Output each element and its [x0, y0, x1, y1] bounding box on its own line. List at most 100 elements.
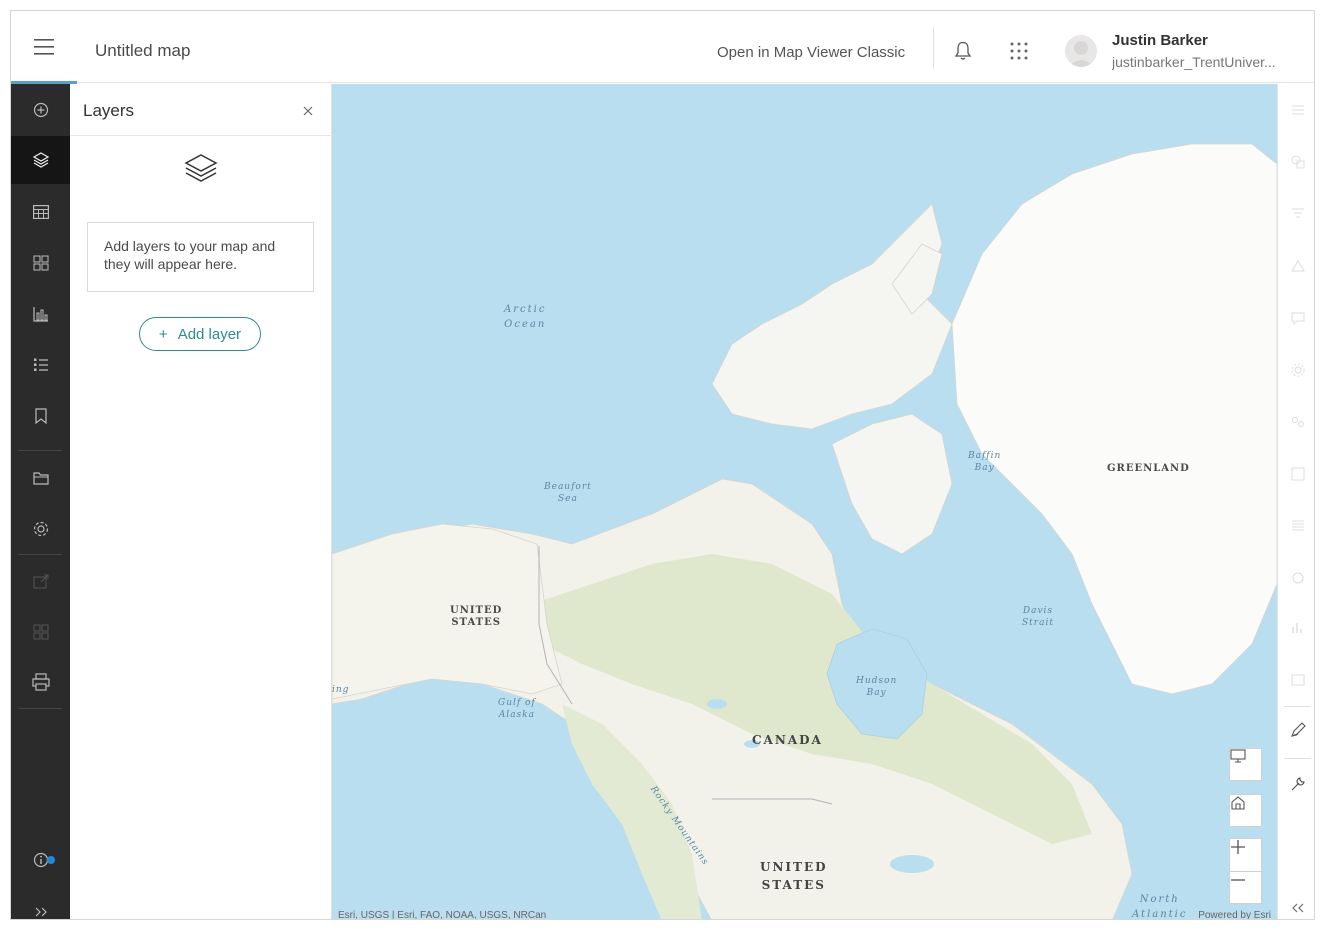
app-grid-icon [1010, 42, 1028, 60]
panel-close-button[interactable] [294, 97, 322, 125]
user-name[interactable]: Justin Barker [1112, 32, 1208, 49]
home-icon [1231, 796, 1245, 810]
layers-icon [184, 154, 218, 182]
configure-icon [1291, 363, 1304, 377]
map-title[interactable]: Untitled map [95, 41, 190, 61]
effects-button[interactable] [1278, 246, 1314, 286]
layers-button[interactable] [11, 136, 70, 184]
map-attribution: Esri, USGS | Esri, FAO, NOAA, USGS, NRCa… [338, 910, 547, 920]
powered-by-esri[interactable]: Powered by Esri [1198, 910, 1271, 919]
properties-button[interactable] [1278, 90, 1314, 130]
panel-title: Layers [83, 101, 135, 120]
share-button[interactable] [11, 558, 70, 606]
grid-icon [33, 624, 48, 640]
settings-button[interactable] [11, 505, 70, 553]
properties-icon [1291, 105, 1304, 115]
map-view[interactable]: Arctic Ocean Beaufort Sea Baffin Bay GREENL… [332, 84, 1277, 920]
toolbar-separator [19, 554, 62, 555]
tables-button[interactable] [11, 188, 70, 236]
notifications-button[interactable] [947, 35, 979, 67]
filter-icon [1291, 208, 1304, 218]
legend-button[interactable] [11, 341, 70, 389]
hamburger-icon [34, 39, 54, 55]
chart-icon [1291, 623, 1302, 633]
expand-icon [35, 907, 47, 917]
pop-ups-icon [1291, 312, 1304, 325]
table-icon [32, 205, 49, 219]
left-toolbar [11, 84, 70, 919]
info-button[interactable] [11, 836, 70, 884]
zoom-out-button[interactable] [1229, 871, 1262, 904]
empty-layers-message: Add layers to your map and they will app… [87, 222, 314, 292]
media-button[interactable] [1278, 660, 1314, 700]
fields-button[interactable] [1278, 506, 1314, 546]
basemap-button[interactable] [11, 239, 70, 287]
map-properties-button[interactable] [11, 454, 70, 502]
davis-strait-label: Davis Strait [1022, 606, 1054, 628]
expand-toolbar-button[interactable] [11, 888, 70, 919]
us-label: UNITED STATES [760, 860, 828, 892]
hudson-bay-label: Hudson Bay [856, 676, 898, 698]
avatar-placeholder-icon [1068, 41, 1094, 67]
configure-button[interactable] [1278, 350, 1314, 390]
monitor-icon [1230, 749, 1246, 763]
alaska [332, 523, 563, 700]
baffin-bay-label: Baffin Bay [968, 451, 1002, 473]
layers-icon [32, 152, 49, 168]
legend-icon [33, 358, 48, 371]
arctic-ocean-label: Arctic Ocean [504, 304, 547, 330]
embed-button[interactable] [11, 608, 70, 656]
home-button[interactable] [1229, 794, 1262, 827]
add-layer-button[interactable]: + Add layer [139, 317, 261, 351]
charts-button[interactable] [11, 290, 70, 338]
gulf-of-alaska-label: Gulf of Alaska [498, 698, 536, 720]
bookmark-icon [34, 408, 47, 424]
bering-sea-label: ing [332, 685, 350, 695]
arctic-islands [711, 203, 953, 430]
app-launcher-button[interactable] [1003, 35, 1035, 67]
styles-button[interactable] [1278, 142, 1314, 182]
close-icon [303, 106, 313, 116]
app-header: Untitled map Open in Map Viewer Classic … [11, 11, 1314, 84]
folder-icon [32, 472, 49, 485]
baffin-island [831, 413, 953, 555]
analysis-icon [1292, 572, 1303, 584]
toolbar-separator [19, 450, 62, 451]
labels-icon [1291, 467, 1304, 481]
measure-button[interactable] [1278, 764, 1314, 804]
greenland-label: GREENLAND [1107, 463, 1190, 474]
share-icon [33, 574, 48, 589]
analysis-button[interactable] [1278, 558, 1314, 598]
zoom-in-button[interactable] [1229, 838, 1262, 871]
add-button[interactable] [11, 86, 70, 134]
beaufort-sea-label: Beaufort Sea [544, 482, 592, 504]
clustering-button[interactable] [1278, 402, 1314, 442]
settings-icon [33, 521, 48, 537]
charts-side-button[interactable] [1278, 608, 1314, 648]
sketch-button[interactable] [1278, 710, 1314, 750]
add-layer-label: Add layer [177, 325, 242, 343]
open-classic-link[interactable]: Open in Map Viewer Classic [717, 44, 905, 61]
notification-dot [47, 856, 55, 864]
plus-icon [1231, 840, 1245, 854]
great-lake [890, 855, 934, 873]
toolbar-separator [1284, 758, 1311, 759]
menu-button[interactable] [11, 11, 77, 84]
user-avatar[interactable] [1065, 35, 1097, 67]
pop-ups-button[interactable] [1278, 298, 1314, 338]
labels-button[interactable] [1278, 454, 1314, 494]
alaska-us-label: UNITED STATES [450, 605, 503, 628]
plus-icon: + [158, 325, 168, 343]
map-viewer-app: Untitled map Open in Map Viewer Classic … [10, 10, 1315, 920]
toolbar-separator [19, 708, 62, 709]
collapse-toolbar-button[interactable] [1278, 888, 1314, 919]
toolbar-separator [1284, 706, 1311, 707]
filter-button[interactable] [1278, 194, 1314, 234]
styles-icon [1291, 155, 1304, 169]
print-button[interactable] [11, 658, 70, 706]
bookmarks-button[interactable] [11, 392, 70, 440]
screen-toggle-button[interactable] [1229, 748, 1262, 781]
media-icon [1291, 674, 1304, 686]
user-handle[interactable]: justinbarker_TrentUniver... [1112, 54, 1312, 70]
wrench-icon [1291, 777, 1305, 791]
